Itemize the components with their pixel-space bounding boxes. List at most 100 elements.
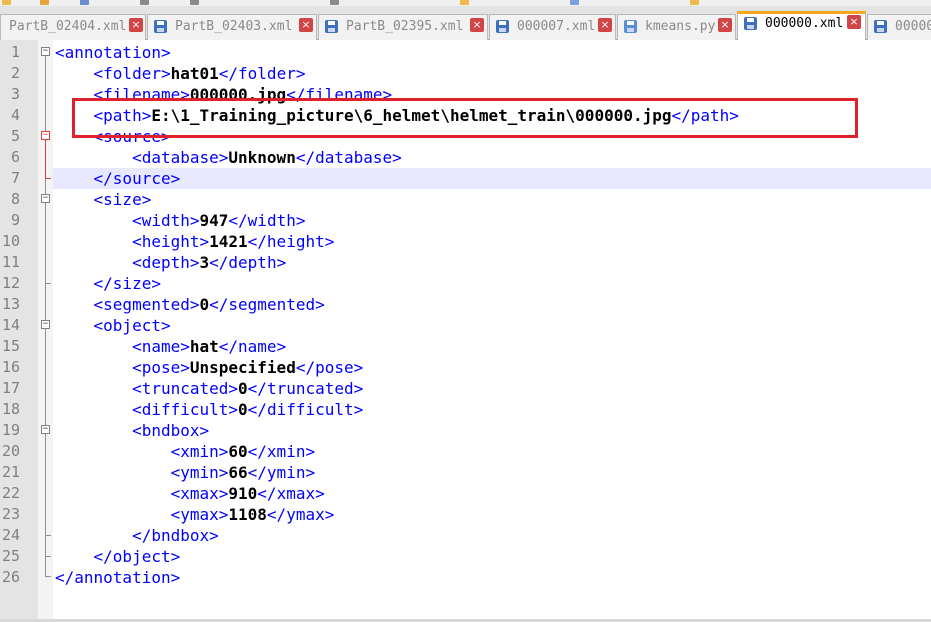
code-line[interactable]: <object> [55, 315, 171, 336]
line-number: 6 [10, 148, 20, 166]
xml-value: 1108 [228, 505, 267, 524]
code-line[interactable]: <width>947</width> [55, 210, 305, 231]
code-line[interactable]: <ymax>1108</ymax> [55, 504, 335, 525]
code-line[interactable]: <ymin>66</ymin> [55, 462, 316, 483]
line-number: 5 [10, 127, 20, 145]
code-line[interactable]: </bndbox> [55, 525, 219, 546]
toolbar-open-icon[interactable] [40, 0, 49, 5]
close-icon[interactable]: × [129, 18, 143, 32]
code-line[interactable]: </object> [55, 546, 181, 567]
line-number: 13 [1, 295, 20, 313]
code-line[interactable]: <folder>hat01</folder> [55, 63, 306, 84]
path-highlight-box [72, 98, 858, 138]
xml-value: 0 [238, 400, 248, 419]
line-number: 2 [10, 64, 20, 82]
save-disk-icon [496, 20, 509, 33]
tab-partb-02404[interactable]: PartB_02404.xml × [0, 14, 146, 40]
code-line[interactable]: <truncated>0</truncated> [55, 378, 363, 399]
tab-label: PartB_02404.xml [9, 19, 127, 34]
toolbar-find-icon[interactable] [330, 0, 339, 5]
line-number: 8 [10, 190, 20, 208]
code-line[interactable]: <depth>3</depth> [55, 252, 286, 273]
line-number: 7 [10, 169, 20, 187]
code-line[interactable]: <database>Unknown</database> [55, 147, 402, 168]
line-number: 1 [10, 43, 20, 61]
line-number: 25 [1, 547, 20, 565]
toolbar-new-file-icon[interactable] [2, 0, 11, 5]
close-icon[interactable]: × [598, 18, 612, 32]
line-number: 23 [1, 505, 20, 523]
fold-end-source [45, 178, 51, 179]
xml-value: 910 [228, 484, 258, 503]
code-line[interactable]: </annotation> [55, 567, 180, 588]
line-number: 18 [1, 400, 20, 418]
close-icon[interactable]: × [718, 18, 732, 32]
line-number: 9 [10, 211, 20, 229]
line-number: 17 [1, 379, 20, 397]
line-number: 26 [1, 568, 20, 586]
code-line[interactable]: </source> [55, 168, 181, 189]
xml-value: hat [189, 337, 219, 356]
fold-end-object [45, 556, 51, 557]
save-disk-icon [744, 17, 757, 30]
tab-label: kmeans.py [645, 19, 716, 34]
code-line[interactable]: <height>1421</height> [55, 231, 334, 252]
fold-toggle-size[interactable]: − [41, 194, 50, 203]
close-icon[interactable]: × [299, 18, 313, 32]
toolbar-save-icon[interactable] [80, 0, 89, 5]
code-line[interactable]: <annotation> [55, 42, 171, 63]
fold-toggle-source[interactable]: − [41, 131, 50, 140]
tab-partb-02403[interactable]: PartB_02403.xml × [147, 14, 317, 40]
xml-value: 66 [228, 463, 248, 482]
line-number: 20 [1, 442, 20, 460]
save-disk-icon [874, 20, 887, 33]
toolbar-copy-icon[interactable] [190, 0, 199, 5]
code-line[interactable]: <bndbox> [55, 420, 209, 441]
fold-end-annotation [45, 576, 51, 577]
tab-000000-active[interactable]: 000000.xml × [737, 11, 866, 40]
tab-partb-02395[interactable]: PartB_02395.xml × [318, 14, 488, 40]
code-line[interactable]: <segmented>0</segmented> [55, 294, 325, 315]
toolbar-cut-icon[interactable] [140, 0, 149, 5]
code-line[interactable]: <pose>Unspecified</pose> [55, 357, 363, 378]
toolbar-run-icon[interactable] [570, 0, 579, 5]
save-disk-icon [624, 20, 637, 33]
current-line-highlight [53, 168, 931, 189]
fold-toggle-object[interactable]: − [41, 320, 50, 329]
fold-end-bndbox [45, 535, 51, 536]
fold-guide-source [45, 140, 46, 178]
tab-bar: PartB_02404.xml × PartB_02403.xml × Part… [0, 6, 931, 40]
line-number: 12 [1, 274, 20, 292]
code-line[interactable]: </size> [55, 273, 161, 294]
code-line[interactable]: <xmin>60</xmin> [55, 441, 316, 462]
code-line[interactable]: <difficult>0</difficult> [55, 399, 363, 420]
tab-kmeans[interactable]: kmeans.py × [617, 14, 736, 40]
fold-toggle-annotation[interactable]: − [41, 47, 50, 56]
close-icon[interactable]: × [470, 18, 484, 32]
xml-value: hat01 [170, 64, 219, 83]
tab-label: PartB_02395.xml [346, 19, 464, 34]
line-number: 4 [10, 106, 20, 124]
code-line[interactable]: <name>hat</name> [55, 336, 286, 357]
toolbar-settings-icon[interactable] [690, 0, 699, 5]
xml-value: 0 [199, 295, 210, 314]
fold-toggle-bndbox[interactable]: − [41, 425, 50, 434]
close-icon[interactable]: × [847, 15, 861, 29]
tab-000001[interactable]: 000001.xml [867, 14, 931, 40]
code-line[interactable]: <xmax>910</xmax> [55, 483, 325, 504]
code-line[interactable]: <size> [55, 189, 152, 210]
tab-label: 000007.xml [517, 19, 596, 34]
xml-value: Unknown [228, 148, 296, 167]
line-number: 16 [1, 358, 20, 376]
xml-value: 1421 [209, 232, 248, 251]
tab-label: 000000.xml [765, 16, 844, 31]
save-disk-icon [154, 20, 167, 33]
tab-000007[interactable]: 000007.xml × [489, 14, 616, 40]
line-number: 14 [1, 316, 20, 334]
toolbar-macro-icon[interactable] [460, 0, 469, 5]
line-number: 15 [1, 337, 20, 355]
fold-end-size [45, 283, 51, 284]
xml-value: Unspecified [189, 358, 296, 377]
xml-value: 60 [228, 442, 248, 461]
line-number: 3 [10, 85, 20, 103]
